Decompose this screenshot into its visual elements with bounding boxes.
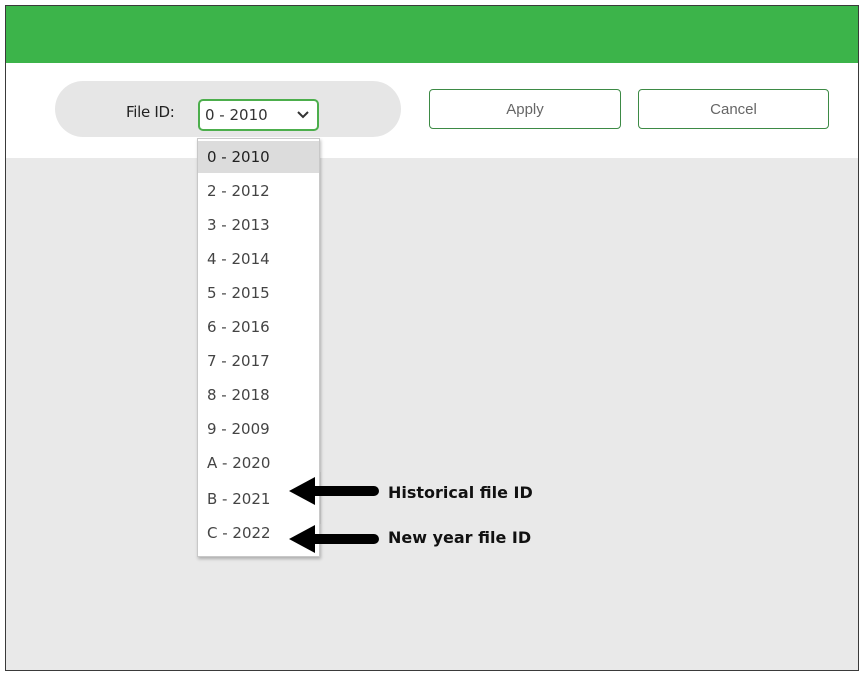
header-bar (6, 6, 858, 63)
apply-button[interactable]: Apply (429, 89, 621, 129)
chevron-down-icon (297, 111, 309, 119)
dropdown-option[interactable]: 6 - 2016 (198, 311, 319, 343)
file-id-label: File ID: (126, 103, 175, 121)
new-year-file-id-note: New year file ID (388, 528, 532, 547)
cancel-button[interactable]: Cancel (638, 89, 829, 129)
file-id-select[interactable]: 0 - 2010 (198, 99, 319, 131)
dropdown-option[interactable]: 0 - 2010 (198, 141, 319, 173)
dropdown-option[interactable]: 4 - 2014 (198, 243, 319, 275)
dropdown-option[interactable]: 3 - 2013 (198, 209, 319, 241)
arrow-left-icon (289, 525, 379, 553)
app-frame: File ID: 0 - 2010 Apply Cancel 0 - 2010 … (5, 5, 859, 671)
dropdown-option[interactable]: 8 - 2018 (198, 379, 319, 411)
filter-toolbar: File ID: 0 - 2010 Apply Cancel (6, 63, 858, 158)
file-id-selected-value: 0 - 2010 (205, 106, 268, 124)
dropdown-option[interactable]: 9 - 2009 (198, 413, 319, 445)
dropdown-option[interactable]: 5 - 2015 (198, 277, 319, 309)
arrow-left-icon (289, 477, 379, 505)
dropdown-option[interactable]: A - 2020 (198, 447, 319, 479)
dropdown-option[interactable]: 7 - 2017 (198, 345, 319, 377)
historical-file-id-note: Historical file ID (388, 483, 533, 502)
dropdown-option[interactable]: 2 - 2012 (198, 175, 319, 207)
